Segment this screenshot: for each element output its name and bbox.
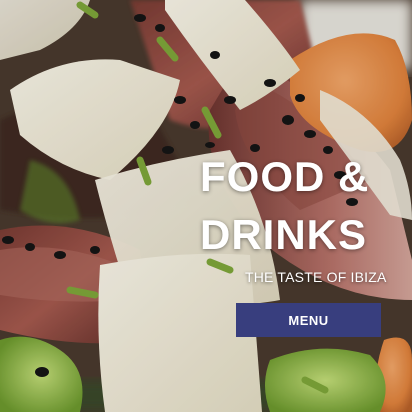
hero-title-line-2: DRINKS [200, 211, 368, 258]
hero-section: FOOD & DRINKS THE TASTE OF IBIZA MENU [0, 0, 412, 412]
menu-button[interactable]: MENU [236, 303, 381, 337]
hero-subtitle: THE TASTE OF IBIZA [245, 269, 387, 285]
hero-content: FOOD & DRINKS THE TASTE OF IBIZA MENU [0, 0, 412, 412]
hero-title-line-1: FOOD & [200, 153, 370, 200]
